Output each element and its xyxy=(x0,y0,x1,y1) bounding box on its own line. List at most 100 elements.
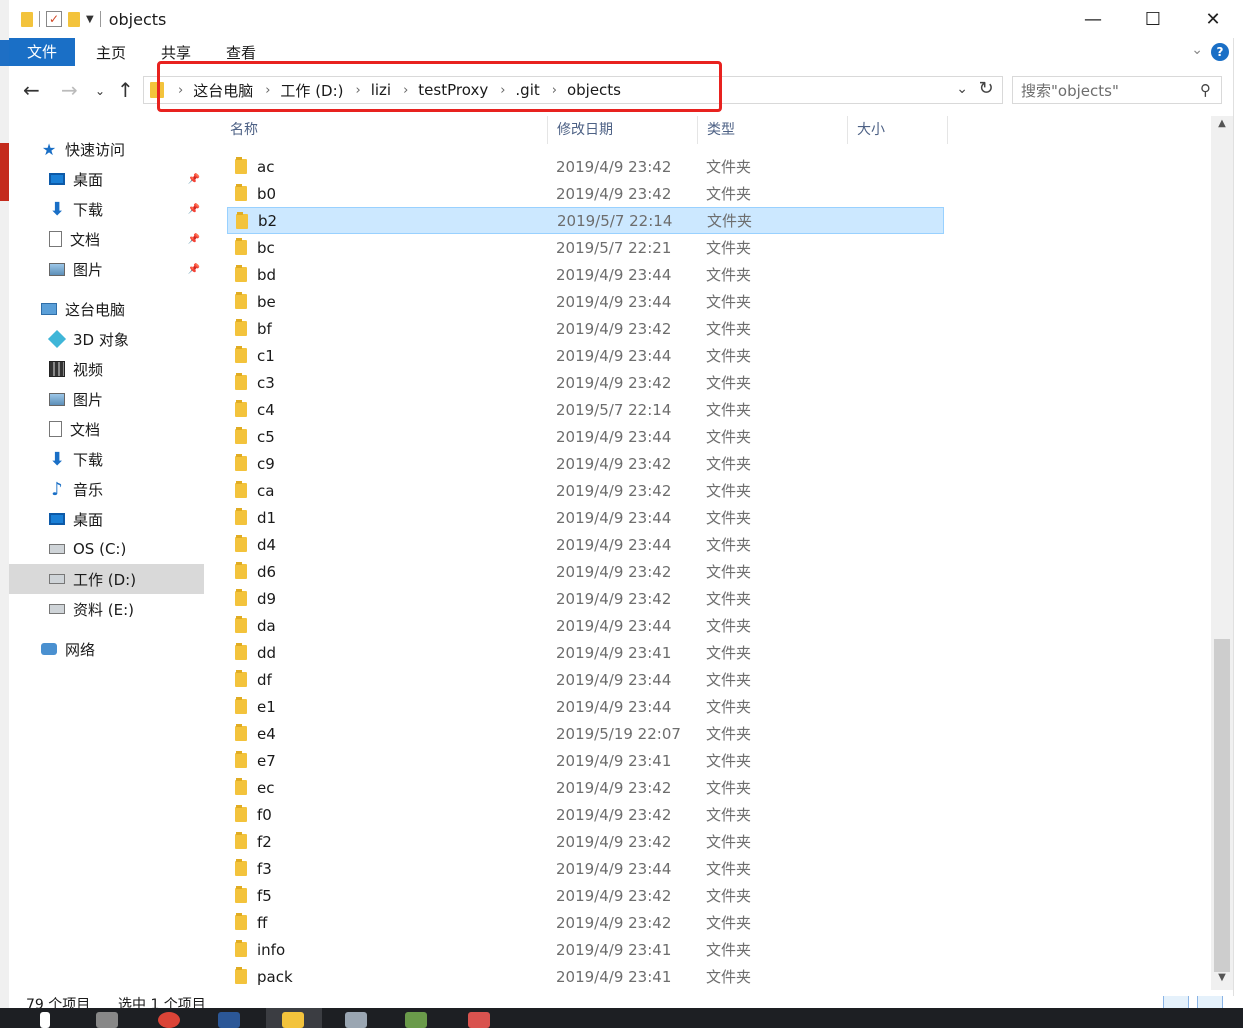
app-icon[interactable] xyxy=(345,1012,367,1028)
properties-check-icon[interactable]: ✓ xyxy=(46,11,62,27)
up-arrow-icon[interactable]: ↑ xyxy=(117,78,134,102)
scrollbar-thumb[interactable] xyxy=(1214,639,1230,972)
nav-item[interactable]: 资料 (E:) xyxy=(9,594,204,624)
details-view-icon[interactable] xyxy=(1163,996,1189,1008)
vertical-scrollbar[interactable]: ▲ ▼ xyxy=(1211,116,1233,990)
nav-item-label: 文档 xyxy=(70,420,101,439)
close-button[interactable]: ✕ xyxy=(1183,0,1243,38)
customize-dropdown-icon[interactable]: ▼ xyxy=(86,14,94,25)
search-icon[interactable] xyxy=(40,1012,50,1028)
nav-item[interactable]: 图片 📌 xyxy=(9,254,204,284)
file-row[interactable]: e4 2019/5/19 22:07 文件夹 xyxy=(227,720,944,747)
file-row[interactable]: dd 2019/4/9 23:41 文件夹 xyxy=(227,639,944,666)
file-row[interactable]: c4 2019/5/7 22:14 文件夹 xyxy=(227,396,944,423)
nav-item[interactable]: 网络 xyxy=(9,634,204,664)
column-type[interactable]: 类型 xyxy=(698,116,848,144)
nav-item[interactable]: 工作 (D:) xyxy=(9,564,204,594)
nav-item[interactable]: 文档 📌 xyxy=(9,224,204,254)
nav-item-label: 桌面 xyxy=(73,510,104,529)
file-row[interactable]: ff 2019/4/9 23:42 文件夹 xyxy=(227,909,944,936)
chrome-icon[interactable] xyxy=(158,1012,180,1028)
search-icon[interactable]: ⚲ xyxy=(1200,81,1211,99)
file-row[interactable]: d6 2019/4/9 23:42 文件夹 xyxy=(227,558,944,585)
refresh-icon[interactable]: ↻ xyxy=(972,78,1000,102)
nav-item[interactable]: OS (C:) xyxy=(9,534,204,564)
file-row[interactable]: bc 2019/5/7 22:21 文件夹 xyxy=(227,234,944,261)
file-row[interactable]: c5 2019/4/9 23:44 文件夹 xyxy=(227,423,944,450)
folder-icon xyxy=(235,454,247,471)
pin-icon[interactable]: 📌 xyxy=(188,264,200,275)
file-row[interactable]: f3 2019/4/9 23:44 文件夹 xyxy=(227,855,944,882)
search-box[interactable]: 搜索"objects" ⚲ xyxy=(1012,76,1222,104)
nav-item[interactable]: 桌面 📌 xyxy=(9,164,204,194)
nav-item[interactable]: 视频 xyxy=(9,354,204,384)
pin-icon[interactable]: 📌 xyxy=(188,204,200,215)
file-row[interactable]: d1 2019/4/9 23:44 文件夹 xyxy=(227,504,944,531)
pin-icon[interactable]: 📌 xyxy=(188,234,200,245)
file-date-modified: 2019/4/9 23:42 xyxy=(556,832,672,851)
file-row[interactable]: f0 2019/4/9 23:42 文件夹 xyxy=(227,801,944,828)
nav-item[interactable]: ⬇ 下载 📌 xyxy=(9,194,204,224)
nav-item[interactable]: 这台电脑 xyxy=(9,294,204,324)
nav-item[interactable]: 图片 xyxy=(9,384,204,414)
file-row[interactable]: b2 2019/5/7 22:14 文件夹 xyxy=(227,207,944,234)
file-type: 文件夹 xyxy=(706,644,752,662)
large-icons-view-icon[interactable] xyxy=(1197,996,1223,1008)
file-name: b2 xyxy=(258,211,278,230)
expand-ribbon-chevron-icon[interactable]: ⌄ xyxy=(1191,42,1203,58)
nav-item[interactable]: ⬇ 下载 xyxy=(9,444,204,474)
file-row[interactable]: c3 2019/4/9 23:42 文件夹 xyxy=(227,369,944,396)
folder-icon xyxy=(235,400,247,417)
forward-arrow-icon[interactable]: → xyxy=(61,78,78,102)
file-row[interactable]: da 2019/4/9 23:44 文件夹 xyxy=(227,612,944,639)
task-view-icon[interactable] xyxy=(96,1012,118,1028)
scroll-up-icon[interactable]: ▲ xyxy=(1211,118,1233,134)
file-row[interactable]: f2 2019/4/9 23:42 文件夹 xyxy=(227,828,944,855)
file-row[interactable]: info 2019/4/9 23:41 文件夹 xyxy=(227,936,944,963)
file-explorer-icon[interactable] xyxy=(282,1012,304,1028)
maximize-button[interactable]: ☐ xyxy=(1123,0,1183,38)
file-row[interactable]: bf 2019/4/9 23:42 文件夹 xyxy=(227,315,944,342)
address-history-chevron-icon[interactable]: ⌄ xyxy=(956,81,968,97)
minimize-button[interactable]: — xyxy=(1063,0,1123,38)
file-row[interactable]: c1 2019/4/9 23:44 文件夹 xyxy=(227,342,944,369)
file-row[interactable]: ec 2019/4/9 23:42 文件夹 xyxy=(227,774,944,801)
new-folder-icon[interactable] xyxy=(68,11,80,27)
nav-item[interactable]: 3D 对象 xyxy=(9,324,204,354)
pin-icon[interactable]: 📌 xyxy=(188,174,200,185)
help-icon[interactable]: ? xyxy=(1211,43,1229,61)
file-row[interactable]: ac 2019/4/9 23:42 文件夹 xyxy=(227,153,944,180)
file-type: 文件夹 xyxy=(706,401,752,419)
file-row[interactable]: ca 2019/4/9 23:42 文件夹 xyxy=(227,477,944,504)
column-date-modified[interactable]: 修改日期 xyxy=(548,116,698,144)
nav-item[interactable]: 文档 xyxy=(9,414,204,444)
nav-item[interactable]: ♪ 音乐 xyxy=(9,474,204,504)
app-icon[interactable] xyxy=(405,1012,427,1028)
tab-home[interactable]: 主页 xyxy=(96,40,126,66)
recent-locations-chevron-icon[interactable]: ⌄ xyxy=(95,84,105,98)
window-right-edge xyxy=(1233,38,1243,998)
file-row[interactable]: be 2019/4/9 23:44 文件夹 xyxy=(227,288,944,315)
file-row[interactable]: e1 2019/4/9 23:44 文件夹 xyxy=(227,693,944,720)
file-row[interactable]: e7 2019/4/9 23:41 文件夹 xyxy=(227,747,944,774)
music-icon: ♪ xyxy=(51,478,63,500)
column-size[interactable]: 大小 xyxy=(848,116,948,144)
file-row[interactable]: f5 2019/4/9 23:42 文件夹 xyxy=(227,882,944,909)
file-row[interactable]: c9 2019/4/9 23:42 文件夹 xyxy=(227,450,944,477)
word-icon[interactable] xyxy=(218,1012,240,1028)
file-row[interactable]: pack 2019/4/9 23:41 文件夹 xyxy=(227,963,944,990)
file-row[interactable]: bd 2019/4/9 23:44 文件夹 xyxy=(227,261,944,288)
scroll-down-icon[interactable]: ▼ xyxy=(1211,972,1233,988)
file-row[interactable]: b0 2019/4/9 23:42 文件夹 xyxy=(227,180,944,207)
folder-icon[interactable] xyxy=(21,11,33,27)
file-row[interactable]: d4 2019/4/9 23:44 文件夹 xyxy=(227,531,944,558)
tab-file[interactable]: 文件 xyxy=(9,38,75,66)
app-icon[interactable] xyxy=(468,1012,490,1028)
file-type: 文件夹 xyxy=(706,266,752,284)
file-row[interactable]: df 2019/4/9 23:44 文件夹 xyxy=(227,666,944,693)
back-arrow-icon[interactable]: ← xyxy=(23,78,40,102)
nav-item[interactable]: ★ 快速访问 xyxy=(9,134,204,164)
nav-item[interactable]: 桌面 xyxy=(9,504,204,534)
file-row[interactable]: d9 2019/4/9 23:42 文件夹 xyxy=(227,585,944,612)
item-count: 79 个项目 xyxy=(26,997,91,1008)
